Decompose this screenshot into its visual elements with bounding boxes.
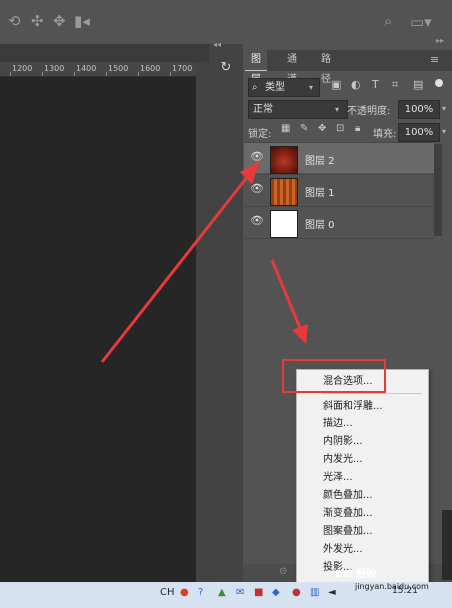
link-layers-icon[interactable]: ⊝	[279, 566, 287, 577]
lock-brush-icon[interactable]: ✎	[300, 123, 308, 134]
video-camera-icon[interactable]: ▮◂	[74, 10, 90, 32]
watermark-logo: Bai 经验	[335, 569, 377, 580]
opacity-label: 不透明度:	[347, 106, 391, 117]
lock-artboard-icon[interactable]: ⊡	[336, 123, 344, 134]
menu-item-bevel-emboss[interactable]: 斜面和浮雕...	[323, 398, 383, 415]
lock-label: 锁定:	[248, 129, 272, 140]
volume-icon[interactable]: ◄	[328, 587, 336, 598]
tray-app-icon[interactable]: ●	[180, 587, 189, 598]
rotate-3d-icon[interactable]: ⟲	[8, 10, 21, 32]
type-filter-icon[interactable]: T	[372, 78, 379, 91]
menu-item-inner-shadow[interactable]: 内阴影...	[323, 433, 363, 450]
horizontal-ruler: 1200 1300 1400 1500 1600 1700	[0, 62, 196, 77]
tab-channels[interactable]: 通道	[281, 50, 303, 85]
fill-input[interactable]: 100%	[398, 123, 440, 142]
menu-divider	[321, 393, 421, 394]
visibility-eye-icon[interactable]: 👁︎	[250, 215, 264, 227]
menu-item-pattern-overlay[interactable]: 图案叠加...	[323, 523, 373, 540]
tray-app-icon[interactable]: ◆	[272, 587, 280, 598]
collapse-arrows-icon[interactable]: ▸▸	[436, 36, 444, 45]
taskbar-clock[interactable]: 15:21	[392, 586, 418, 596]
adjustment-filter-icon[interactable]: ◐	[351, 78, 361, 91]
menu-item-color-overlay[interactable]: 颜色叠加...	[323, 487, 373, 504]
tray-app-icon[interactable]: ▲	[218, 587, 226, 598]
smart-object-filter-icon[interactable]: ▤	[413, 78, 423, 91]
panel-tab-bar	[245, 50, 452, 71]
fill-label: 填充:	[373, 129, 397, 140]
network-icon[interactable]: ▥	[310, 587, 319, 598]
visibility-eye-icon[interactable]: 👁︎	[250, 183, 264, 195]
layer-thumbnail	[270, 146, 298, 174]
tray-app-icon[interactable]: ●	[292, 587, 301, 598]
opacity-input[interactable]: 100%	[398, 100, 440, 119]
blend-mode-select[interactable]: 正常 ▾	[248, 100, 348, 119]
lock-transparency-icon[interactable]: ▦	[281, 123, 290, 134]
pixel-filter-icon[interactable]: ▣	[331, 78, 341, 91]
annotation-highlight-box	[282, 359, 386, 393]
menu-item-gradient-overlay[interactable]: 渐变叠加...	[323, 505, 373, 522]
document-canvas[interactable]	[0, 77, 196, 582]
collapsed-panel-strip	[209, 44, 243, 604]
lock-all-icon[interactable]: 🔒︎	[355, 123, 360, 134]
history-panel-icon[interactable]: ↻	[216, 58, 236, 78]
layer-thumbnail	[270, 210, 298, 238]
right-edge-strip	[442, 510, 452, 580]
shape-filter-icon[interactable]: ⌗	[392, 78, 398, 92]
blend-mode-value: 正常	[253, 104, 273, 115]
menu-item-satin[interactable]: 光泽...	[323, 469, 353, 486]
layer-name: 图层 0	[305, 220, 335, 231]
divider	[244, 238, 434, 239]
canvas-scrollbar[interactable]	[196, 62, 209, 582]
menu-item-stroke[interactable]: 描边...	[323, 415, 353, 432]
visibility-eye-icon[interactable]: 👁︎	[250, 151, 264, 163]
layers-scrollbar[interactable]	[434, 144, 442, 236]
help-icon[interactable]: ?	[198, 587, 203, 598]
filter-toggle[interactable]	[435, 79, 443, 87]
layer-row-layer-0[interactable]: 👁︎ 图层 0	[244, 207, 434, 238]
menu-item-inner-glow[interactable]: 内发光...	[323, 451, 363, 468]
layer-filter-select[interactable]: ⌕ 类型 ▾	[248, 78, 320, 97]
ruler-tick-label: 1700	[172, 64, 193, 73]
options-bar: ⟲ ✣ ✥ ▮◂ ⌕ ▭▾	[0, 0, 452, 44]
ruler-tick-label: 1600	[140, 64, 161, 73]
panel-menu-icon[interactable]: ≡	[430, 53, 439, 66]
slide-3d-icon[interactable]: ✥	[53, 10, 66, 32]
input-method-indicator[interactable]: CH	[160, 587, 175, 598]
layer-style-context-menu: 混合选项... 斜面和浮雕... 描边... 内阴影... 内发光... 光泽.…	[296, 369, 429, 588]
pan-3d-icon[interactable]: ✣	[31, 10, 44, 32]
layer-thumbnail	[270, 178, 298, 206]
filter-kind-label: 类型	[265, 82, 285, 93]
layer-name: 图层 1	[305, 188, 335, 199]
chevron-down-icon: ▾	[309, 83, 314, 92]
ruler-tick-label: 1400	[76, 64, 97, 73]
chevron-down-icon[interactable]: ▾	[442, 127, 446, 136]
tab-paths[interactable]: 路径	[315, 50, 337, 85]
tab-layers[interactable]: 图层	[245, 50, 267, 85]
ruler-tick-label: 1200	[12, 64, 33, 73]
tray-app-icon[interactable]: ■	[254, 587, 263, 598]
search-icon[interactable]: ⌕	[384, 10, 392, 32]
layer-name: 图层 2	[305, 156, 335, 167]
search-icon: ⌕	[252, 82, 258, 93]
ruler-tick-label: 1500	[108, 64, 129, 73]
ruler-tick-label: 1300	[44, 64, 65, 73]
chevron-down-icon[interactable]: ▾	[442, 104, 446, 113]
layer-row-layer-1[interactable]: 👁︎ 图层 1	[244, 175, 434, 206]
layer-row-layer-2[interactable]: 👁︎ 图层 2	[244, 143, 434, 174]
lock-move-icon[interactable]: ✥	[318, 123, 326, 134]
mail-icon[interactable]: ✉	[236, 587, 244, 598]
chevron-down-icon: ▾	[335, 105, 340, 114]
collapse-arrows-icon[interactable]: ◂◂	[213, 40, 221, 49]
menu-item-outer-glow[interactable]: 外发光...	[323, 541, 363, 558]
workspace-icon[interactable]: ▭▾	[410, 11, 432, 33]
